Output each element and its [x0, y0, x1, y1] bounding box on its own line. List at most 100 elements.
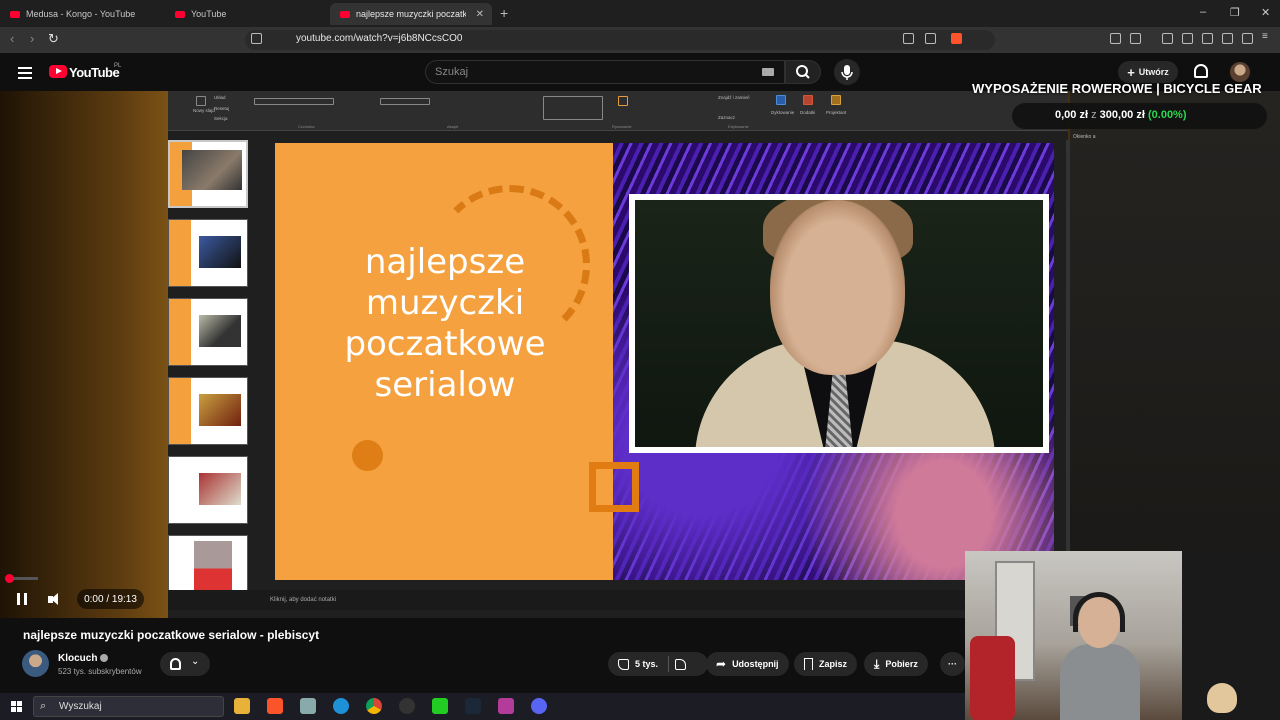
windows-start-icon[interactable] [11, 701, 22, 712]
play-app-icon[interactable] [432, 698, 448, 714]
region-badge: PL [114, 63, 122, 69]
new-tab-button[interactable]: + [500, 5, 508, 21]
youtube-logo-text[interactable]: YouTube [69, 65, 120, 80]
steam-like-icon[interactable] [300, 698, 316, 714]
youtube-logo-icon[interactable] [49, 65, 67, 78]
ribbon-dictation: Dyktowanie [771, 110, 795, 115]
notifications-bell-icon[interactable] [1194, 64, 1208, 78]
arrange-icon [618, 96, 628, 106]
ribbon-nowy-slajd: Nowy slajd [193, 108, 215, 113]
steam-icon[interactable] [465, 698, 481, 714]
subscribed-button[interactable]: ⌄ [160, 652, 210, 676]
youtube-favicon-icon [340, 10, 350, 18]
ribbon-uklad: Układ [214, 95, 226, 100]
wallet-icon[interactable] [1202, 33, 1213, 44]
forward-icon[interactable]: › [30, 31, 34, 46]
volume-icon[interactable] [48, 593, 63, 606]
time-display: 0:00 / 19:13 [77, 589, 144, 609]
share-button[interactable]: ➦ Udostępnij [706, 652, 789, 676]
search-icon [796, 65, 810, 79]
shapes-gallery-icon [543, 96, 603, 120]
tab-search-icon[interactable] [1130, 33, 1141, 44]
thumbs-down-icon[interactable] [675, 658, 687, 670]
file-explorer-icon[interactable] [234, 698, 250, 714]
edge-icon[interactable] [333, 698, 349, 714]
bookmark-icon[interactable] [251, 33, 262, 44]
search-placeholder: Szukaj [435, 66, 469, 78]
more-icon: ··· [948, 659, 957, 669]
download-icon: ⤓ [874, 656, 880, 671]
ribbon-find-replace: Znajdź i zamień [718, 95, 750, 100]
share-icon: ➦ [716, 657, 727, 671]
voice-search-button[interactable] [834, 59, 860, 85]
slide-thumbnail-4 [168, 377, 248, 445]
video-title: najlepsze muzyczki poczatkowe serialow -… [23, 628, 320, 642]
account-avatar[interactable] [1230, 62, 1250, 82]
create-button[interactable]: + Utwórz [1118, 61, 1178, 83]
youtube-favicon-icon [10, 10, 20, 18]
screen-icon[interactable] [903, 33, 914, 44]
music-icon[interactable] [1162, 33, 1173, 44]
close-tab-icon[interactable]: ✕ [476, 9, 484, 20]
minimize-button[interactable]: – [1200, 6, 1206, 18]
search-input[interactable] [425, 60, 785, 84]
notes-placeholder: Kliknij, aby dodać notatki [270, 597, 337, 603]
new-slide-icon [196, 96, 206, 106]
video-background-right [1070, 91, 1280, 618]
media-app-icon[interactable] [498, 698, 514, 714]
slide-thumbnail-1 [168, 140, 248, 208]
channel-name[interactable]: Klocuch [58, 653, 109, 664]
brave-browser-icon[interactable] [267, 698, 283, 714]
tab-medusa[interactable]: Medusa - Kongo - YouTube [0, 3, 165, 25]
tab-youtube[interactable]: YouTube [165, 3, 330, 25]
channel-avatar[interactable] [22, 650, 49, 677]
like-button[interactable]: 5 tys. [608, 652, 708, 676]
menu-icon[interactable]: ≡ [1262, 31, 1273, 42]
leo-icon[interactable] [1222, 33, 1233, 44]
tab-label: najlepsze muzyczki poczatkow [356, 9, 466, 19]
pause-icon[interactable] [17, 593, 27, 605]
extensions-icon[interactable] [1110, 33, 1121, 44]
download-button[interactable]: ⤓ Pobierz [864, 652, 928, 676]
brave-shield-icon[interactable] [951, 33, 962, 44]
sidebar-icon[interactable] [1182, 33, 1193, 44]
scrubber-handle[interactable] [5, 574, 14, 583]
subscriber-count: 523 tys. subskrybentów [58, 667, 142, 676]
ribbon-group-paragraph: Akapit [447, 124, 459, 129]
chevron-down-icon: ⌄ [191, 656, 200, 667]
bookmark-icon [804, 658, 813, 670]
share-page-icon[interactable] [925, 33, 936, 44]
reload-icon[interactable]: ↻ [48, 31, 59, 47]
menu-hamburger-icon[interactable] [18, 67, 32, 82]
right-panel-label: Okienko a [1073, 134, 1096, 140]
slide-scrollbar [1066, 140, 1070, 580]
search-icon: ⌕ [40, 700, 47, 712]
thumbs-up-icon [618, 658, 629, 670]
ribbon-resetuj: Resetuj [214, 106, 230, 111]
font-selector [254, 98, 334, 105]
discord-icon[interactable] [531, 698, 547, 714]
save-button[interactable]: Zapisz [794, 652, 858, 676]
more-actions-button[interactable]: ··· [940, 652, 965, 676]
keyboard-icon[interactable] [762, 68, 774, 76]
microphone-icon [841, 65, 853, 80]
back-icon[interactable]: ‹ [10, 31, 14, 46]
ribbon-group-editing: Edytowanie [728, 124, 749, 129]
bell-icon [170, 658, 181, 670]
chrome-icon[interactable] [366, 698, 382, 714]
url-text[interactable]: youtube.com/watch?v=j6b8NCcsCO0 [296, 33, 462, 44]
close-window-button[interactable]: ✕ [1261, 6, 1270, 19]
maximize-button[interactable]: ❐ [1230, 6, 1240, 19]
youtube-favicon-icon [175, 10, 185, 18]
ribbon-designer: Projektant [826, 110, 847, 115]
tab-current-video[interactable]: najlepsze muzyczki poczatkow ✕ [330, 3, 492, 25]
obs-icon[interactable] [399, 698, 415, 714]
vpn-icon[interactable] [1242, 33, 1253, 44]
browser-toolbar: ‹ › ↻ [0, 27, 1280, 53]
ribbon-group-font: Czcionka [298, 124, 315, 129]
browser-tab-bar: Medusa - Kongo - YouTube YouTube najleps… [0, 0, 1280, 27]
screen: Medusa - Kongo - YouTube YouTube najleps… [0, 0, 1280, 720]
ribbon-sekcja: Sekcja [214, 116, 228, 121]
search-button[interactable] [785, 60, 821, 84]
decorative-square-icon [589, 462, 639, 512]
